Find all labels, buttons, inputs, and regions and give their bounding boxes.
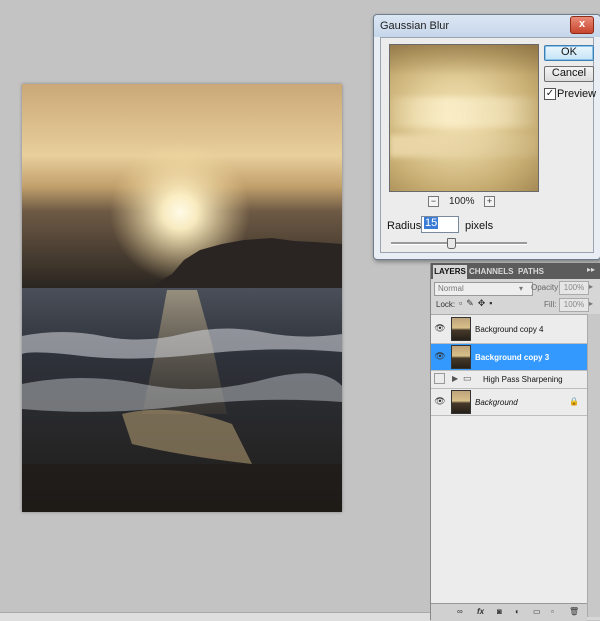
cancel-button[interactable]: Cancel bbox=[544, 66, 594, 82]
lock-position-icon[interactable]: ✥ bbox=[478, 298, 490, 308]
tab-channels[interactable]: CHANNELS bbox=[469, 265, 513, 279]
dialog-title: Gaussian Blur bbox=[380, 20, 450, 32]
layer-name: Background bbox=[475, 398, 518, 407]
adjustment-icon[interactable]: ◐ bbox=[515, 607, 520, 616]
mask-icon[interactable]: ◙ bbox=[497, 607, 502, 616]
group-row[interactable]: ▶ ▭ High Pass Sharpening bbox=[431, 371, 587, 389]
ok-button[interactable]: OK bbox=[544, 45, 594, 61]
eye-icon[interactable]: 👁 bbox=[434, 351, 446, 363]
panel-tabs: LAYERS CHANNELS PATHS ▸▸ bbox=[431, 263, 600, 279]
tab-paths[interactable]: PATHS bbox=[515, 265, 547, 279]
radius-value: 15 bbox=[424, 217, 439, 229]
fx-icon[interactable]: fx bbox=[477, 607, 484, 616]
trash-icon[interactable]: 🗑 bbox=[569, 607, 579, 616]
document-canvas[interactable] bbox=[22, 84, 342, 512]
tab-layers[interactable]: LAYERS bbox=[433, 265, 467, 279]
expand-triangle-icon[interactable]: ▶ bbox=[452, 374, 458, 383]
close-icon[interactable]: x bbox=[570, 16, 594, 34]
lock-options[interactable]: ▫✎✥▪ bbox=[459, 298, 497, 309]
layer-row[interactable]: 👁 Background 🔒 bbox=[431, 389, 587, 416]
chevron-down-icon: ▾ bbox=[519, 284, 524, 293]
layer-thumbnail bbox=[451, 390, 471, 414]
fill-arrow-icon[interactable]: ▸ bbox=[589, 299, 593, 308]
lock-icon: 🔒 bbox=[569, 397, 579, 406]
zoom-in-button[interactable]: + bbox=[484, 196, 495, 207]
radius-slider-track[interactable] bbox=[391, 242, 527, 245]
radius-label: Radius: bbox=[387, 220, 425, 232]
zoom-out-button[interactable]: − bbox=[428, 196, 439, 207]
dialog-title-bar[interactable]: Gaussian Blur x bbox=[374, 15, 600, 37]
radius-input[interactable]: 15 bbox=[421, 216, 459, 233]
panel-menu-icon[interactable]: ▸▸ bbox=[587, 265, 595, 274]
lock-all-icon[interactable]: ▪ bbox=[489, 298, 496, 308]
new-layer-icon[interactable]: ▫ bbox=[551, 607, 554, 616]
layer-name: Background copy 4 bbox=[475, 325, 544, 334]
link-icon[interactable]: ∞ bbox=[457, 607, 463, 616]
preview-shade bbox=[390, 45, 538, 75]
layer-thumbnail bbox=[451, 345, 471, 369]
visibility-toggle[interactable] bbox=[434, 373, 445, 384]
blur-preview[interactable] bbox=[389, 44, 539, 192]
eye-icon[interactable]: 👁 bbox=[434, 396, 446, 408]
radius-slider-thumb[interactable] bbox=[447, 238, 456, 249]
layer-row[interactable]: 👁 Background copy 4 bbox=[431, 315, 587, 344]
layer-list: 👁 Background copy 4 👁 Background copy 3 … bbox=[431, 314, 587, 618]
fill-field[interactable]: 100% bbox=[559, 298, 589, 312]
folder-icon: ▭ bbox=[463, 373, 472, 383]
group-name: High Pass Sharpening bbox=[483, 375, 563, 384]
preview-checkbox[interactable]: ✓ bbox=[544, 88, 556, 100]
layer-thumbnail bbox=[451, 317, 471, 341]
lock-label: Lock: bbox=[436, 300, 456, 309]
fill-label: Fill: bbox=[544, 300, 557, 309]
layers-footer: ∞ fx ◙ ◐ ▭ ▫ 🗑 bbox=[431, 603, 587, 621]
opacity-arrow-icon[interactable]: ▸ bbox=[589, 282, 593, 291]
zoom-level: 100% bbox=[449, 196, 475, 207]
preview-highlight bbox=[390, 97, 538, 127]
layer-row-selected[interactable]: 👁 Background copy 3 bbox=[431, 344, 587, 371]
eye-icon[interactable]: 👁 bbox=[434, 323, 446, 335]
preview-highlight-low bbox=[390, 135, 538, 157]
layer-name: Background copy 3 bbox=[475, 353, 550, 362]
layers-panel: LAYERS CHANNELS PATHS ▸▸ Normal ▾ Opacit… bbox=[430, 263, 600, 621]
preview-label: Preview bbox=[557, 88, 597, 100]
opacity-field[interactable]: 100% bbox=[559, 281, 589, 295]
folder-icon[interactable]: ▭ bbox=[533, 607, 541, 616]
gaussian-blur-dialog: Gaussian Blur x − 100% + Radius: 15 pixe… bbox=[373, 14, 600, 260]
radius-unit: pixels bbox=[465, 220, 494, 232]
sunset-photo bbox=[22, 84, 342, 512]
layer-list-scrollbar[interactable] bbox=[587, 314, 600, 617]
opacity-label: Opacity: bbox=[531, 283, 561, 292]
lock-image-icon[interactable]: ✎ bbox=[466, 298, 478, 308]
